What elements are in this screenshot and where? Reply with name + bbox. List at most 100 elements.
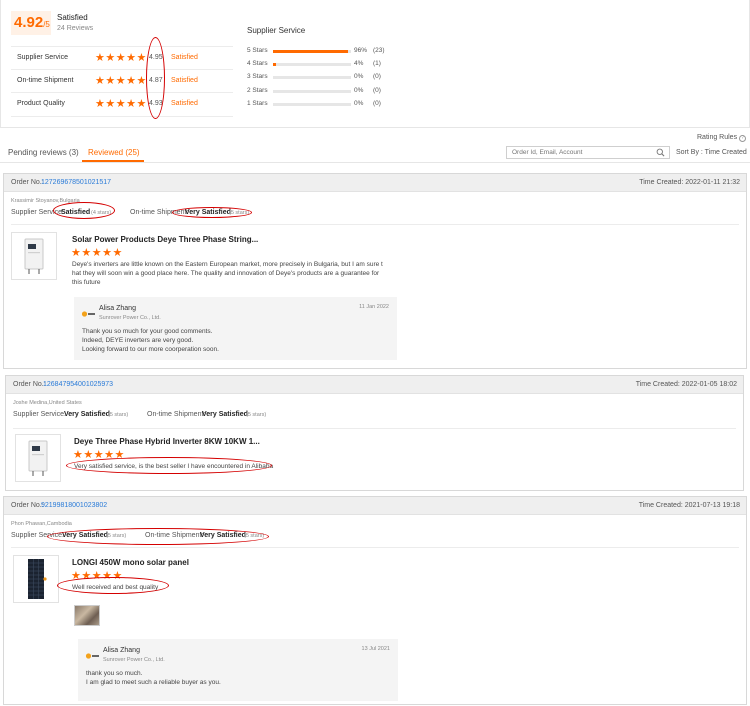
metric-name: On-time Shipment <box>17 76 74 84</box>
shipment-stars: (5 stars) <box>246 412 267 418</box>
sort-label: Sort By : Time Created <box>676 149 747 156</box>
product-title-link[interactable]: LONGI 450W mono solar panel <box>72 558 189 567</box>
distribution-row: 2 Stars 0% (0) <box>247 87 407 97</box>
card-divider <box>13 428 736 429</box>
shipment-label: On-time Shipment: <box>147 411 206 418</box>
distribution-count: (23) <box>373 47 385 54</box>
product-thumbnail[interactable] <box>13 555 59 603</box>
distribution-label: 4 Stars <box>247 60 268 68</box>
help-icon: ? <box>739 135 747 142</box>
order-number-link[interactable]: 127269678501021517 <box>41 179 111 186</box>
overall-score: 4.92/5 <box>14 14 50 31</box>
distribution-percent: 0% <box>354 73 364 81</box>
reply-company: Sunrover Power Co., Ltd. <box>103 657 165 663</box>
product-title-link[interactable]: Deye Three Phase Hybrid Inverter 8KW 10K… <box>74 437 260 446</box>
search-box <box>506 146 670 159</box>
supplier-service-stars: (5 stars) <box>108 412 129 418</box>
annotation-oval <box>146 37 165 119</box>
sort-dropdown[interactable]: Sort By : Time Created▼ <box>676 149 750 156</box>
metric-label: Satisfied <box>171 100 198 107</box>
time-created: Time Created: 2022-01-05 18:02 <box>635 381 737 388</box>
annotation-oval <box>172 207 252 218</box>
rating-rules-link[interactable]: Rating Rules ? <box>697 134 747 142</box>
search-icon[interactable] <box>656 148 665 157</box>
card-divider <box>11 224 739 225</box>
distribution-bar <box>273 102 351 106</box>
metric-row: Supplier Service ★★★★★ 4.95 Satisfied <box>11 46 233 70</box>
product-thumbnail[interactable] <box>15 434 61 482</box>
review-comment-line: Deye's inverters are little known on the… <box>72 261 383 268</box>
annotation-oval <box>47 528 269 545</box>
reply-name: Alisa Zhang <box>103 647 140 654</box>
annotation-oval <box>66 457 272 474</box>
review-card: Order No.: 126847954001025973 Time Creat… <box>5 375 744 491</box>
metric-row: Product Quality ★★★★★ 4.93 Satisfied <box>11 93 233 117</box>
supplier-reply: Alisa Zhang Sunrover Power Co., Ltd. 11 … <box>74 297 397 360</box>
reply-text-line: I am glad to meet such a reliable buyer … <box>86 679 221 686</box>
tabs-divider <box>0 162 750 163</box>
reply-text-line: Indeed, DEYE inverters are very good. <box>82 337 194 344</box>
overall-score-suffix: /5 <box>43 20 50 29</box>
rating-rules-label: Rating Rules <box>697 134 738 141</box>
review-comment-line: this future <box>72 279 101 286</box>
distribution-label: 3 Stars <box>247 73 268 81</box>
reply-date: 13 Jul 2021 <box>361 646 390 652</box>
distribution-row: 5 Stars 96% (23) <box>247 47 407 57</box>
distribution-percent: 0% <box>354 86 364 94</box>
distribution-percent: 0% <box>354 99 364 107</box>
supplier-logo <box>85 652 99 660</box>
shipment-value: Very Satisfied <box>202 411 248 418</box>
distribution-bar-fill <box>273 50 348 53</box>
annotation-oval <box>57 577 169 594</box>
distribution-bar <box>273 89 351 93</box>
supplier-logo <box>81 310 95 318</box>
reply-company: Sunrover Power Co., Ltd. <box>99 315 161 321</box>
overall-score-value: 4.92 <box>14 14 44 31</box>
reply-text-line: Looking forward to our more coorperation… <box>82 346 219 353</box>
metric-stars: ★★★★★ <box>95 98 147 110</box>
time-created: Time Created: 2022-01-11 21:32 <box>639 179 740 186</box>
inverter-icon <box>24 238 44 274</box>
distribution-count: (0) <box>373 86 381 94</box>
reply-name: Alisa Zhang <box>99 305 136 312</box>
review-card-header: Order No.: 126847954001025973 Time Creat… <box>6 376 743 394</box>
review-stars: ★★★★★ <box>71 247 123 259</box>
product-thumbnail[interactable] <box>11 232 57 280</box>
supplier-reply: Alisa Zhang Sunrover Power Co., Ltd. 13 … <box>78 639 398 701</box>
overall-label: Satisfied <box>57 13 88 22</box>
metric-label: Satisfied <box>171 76 198 84</box>
supplier-service-value: Very Satisfied <box>64 411 110 418</box>
metric-name: Supplier Service <box>17 54 68 61</box>
distribution-percent: 4% <box>354 60 364 68</box>
distribution-count: (0) <box>373 99 381 107</box>
order-number-link[interactable]: 92199818001023802 <box>41 502 107 509</box>
distribution-bar <box>273 50 351 53</box>
order-label: Order No.: <box>11 502 44 509</box>
product-title-link[interactable]: Solar Power Products Deye Three Phase St… <box>72 235 258 244</box>
tab-pending-reviews[interactable]: Pending reviews (3) <box>8 148 79 157</box>
distribution-row: 4 Stars 4% (1) <box>247 60 407 70</box>
tab-reviewed[interactable]: Reviewed (25) <box>88 148 140 157</box>
distribution-row: 1 Stars 0% (0) <box>247 100 407 110</box>
review-photo[interactable] <box>74 605 100 626</box>
distribution-label: 5 Stars <box>247 47 268 54</box>
metric-name: Product Quality <box>17 100 65 107</box>
reply-text-line: thank you so much. <box>86 670 143 677</box>
review-card: Order No.: 92199818001023802 Time Create… <box>3 496 747 705</box>
time-created: Time Created: 2021-07-13 19:18 <box>638 502 740 509</box>
distribution-bar-fill <box>273 63 277 67</box>
distribution-count: (0) <box>373 73 381 81</box>
search-input[interactable] <box>507 147 651 158</box>
distribution-percent: 96% <box>354 47 368 54</box>
distribution-title: Supplier Service <box>247 26 306 35</box>
reviews-count: 24 Reviews <box>57 25 94 32</box>
metric-label: Satisfied <box>171 54 198 61</box>
order-label: Order No.: <box>13 381 46 388</box>
supplier-service-label: Supplier Service: <box>13 411 66 418</box>
card-divider <box>11 547 739 548</box>
distribution-bar <box>273 63 351 67</box>
inverter-icon <box>28 440 48 476</box>
order-number-link[interactable]: 126847954001025973 <box>43 381 113 388</box>
annotation-oval <box>53 202 115 219</box>
review-comment-line: hat they will soon win a good place here… <box>72 270 380 277</box>
